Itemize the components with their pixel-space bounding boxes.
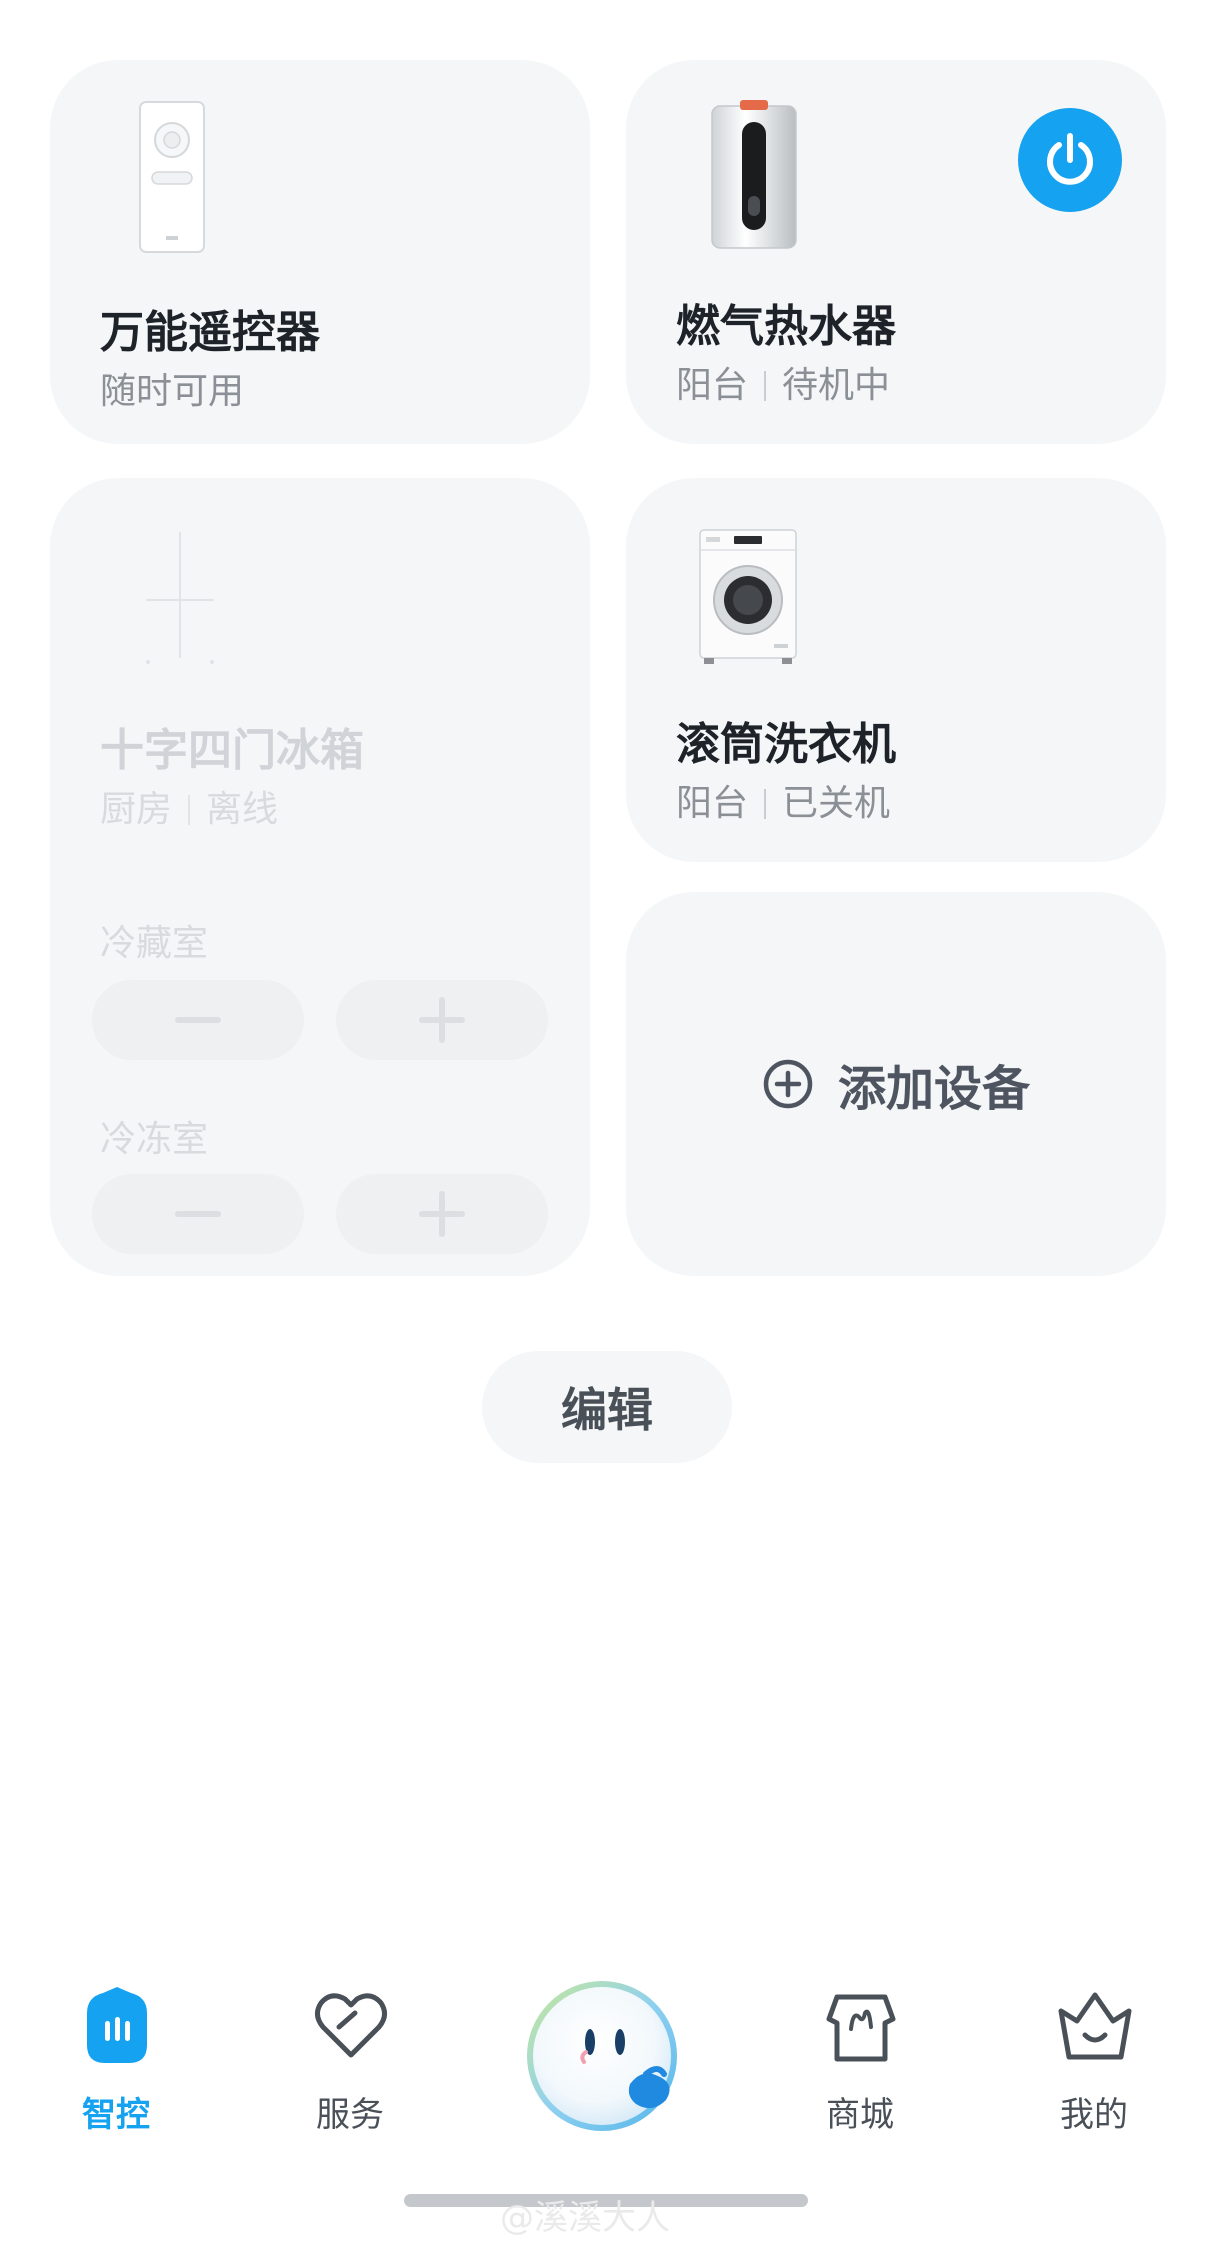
device-room: 厨房 bbox=[100, 789, 173, 830]
fridge-image bbox=[146, 532, 214, 664]
shop-icon bbox=[826, 1994, 896, 2062]
nav-item-smart-control[interactable]: 智控 bbox=[16, 1983, 216, 2135]
power-button[interactable] bbox=[1018, 108, 1122, 212]
divider bbox=[188, 795, 191, 825]
nav-item-shop[interactable]: 商城 bbox=[760, 1983, 960, 2135]
nav-label: 商城 bbox=[826, 2095, 894, 2135]
watermark-text: @溪溪大人 bbox=[500, 2198, 670, 2238]
water-heater-image bbox=[711, 100, 797, 249]
profile-basket-icon bbox=[1058, 1992, 1132, 2060]
nav-label: 我的 bbox=[1060, 2095, 1128, 2135]
nav-label: 智控 bbox=[82, 2095, 150, 2135]
device-status: 已关机 bbox=[782, 783, 891, 824]
plus-icon bbox=[419, 1191, 465, 1237]
device-status: 离线 bbox=[206, 789, 279, 830]
heart-icon bbox=[315, 1993, 387, 2058]
fridge-decrease-button[interactable] bbox=[92, 980, 304, 1060]
device-name: 滚筒洗衣机 bbox=[676, 719, 896, 770]
device-status: 待机中 bbox=[782, 365, 891, 406]
fridge-increase-button[interactable] bbox=[336, 980, 548, 1060]
minus-icon bbox=[175, 1017, 221, 1023]
minus-icon bbox=[175, 1211, 221, 1217]
plus-icon bbox=[419, 997, 465, 1043]
freezer-increase-button[interactable] bbox=[336, 1174, 548, 1254]
power-icon bbox=[1047, 133, 1093, 185]
zone-label-fridge: 冷藏室 bbox=[100, 923, 209, 964]
device-status-line: 阳台 待机中 bbox=[676, 356, 890, 408]
device-name: 万能遥控器 bbox=[100, 307, 320, 358]
nav-item-profile[interactable]: 我的 bbox=[994, 1983, 1194, 2135]
device-room: 阳台 bbox=[676, 365, 749, 406]
add-device-label: 添加设备 bbox=[837, 1061, 1030, 1117]
edit-button[interactable]: 编辑 bbox=[482, 1351, 732, 1463]
device-name: 十字四门冰箱 bbox=[100, 725, 364, 776]
assistant-mascot-icon bbox=[527, 1981, 677, 2131]
device-card-water-heater[interactable]: 燃气热水器 阳台 待机中 bbox=[626, 60, 1166, 444]
device-card-fridge[interactable]: 十字四门冰箱 厨房 离线 冷藏室 冷冻室 bbox=[50, 478, 590, 1276]
divider bbox=[764, 789, 767, 819]
remote-control-image bbox=[139, 101, 205, 253]
device-status-line: 随时可用 bbox=[100, 362, 244, 414]
nav-item-service[interactable]: 服务 bbox=[250, 1983, 450, 2135]
divider bbox=[764, 371, 767, 401]
nav-label: 服务 bbox=[316, 2095, 384, 2135]
add-device-card[interactable]: 添加设备 bbox=[626, 892, 1166, 1276]
zone-label-freezer: 冷冻室 bbox=[100, 1119, 209, 1160]
device-room: 阳台 bbox=[676, 783, 749, 824]
device-card-washer[interactable]: 滚筒洗衣机 阳台 已关机 bbox=[626, 478, 1166, 862]
add-circle-icon bbox=[763, 1059, 813, 1109]
smart-control-icon bbox=[87, 1987, 147, 2063]
device-card-remote[interactable]: 万能遥控器 随时可用 bbox=[50, 60, 590, 444]
freezer-decrease-button[interactable] bbox=[92, 1174, 304, 1254]
assistant-button[interactable] bbox=[526, 1976, 690, 2140]
device-status: 随时可用 bbox=[100, 371, 245, 412]
device-status-line: 厨房 离线 bbox=[100, 780, 278, 832]
device-name: 燃气热水器 bbox=[676, 301, 896, 352]
washing-machine-image bbox=[699, 529, 797, 664]
device-status-line: 阳台 已关机 bbox=[676, 774, 890, 826]
